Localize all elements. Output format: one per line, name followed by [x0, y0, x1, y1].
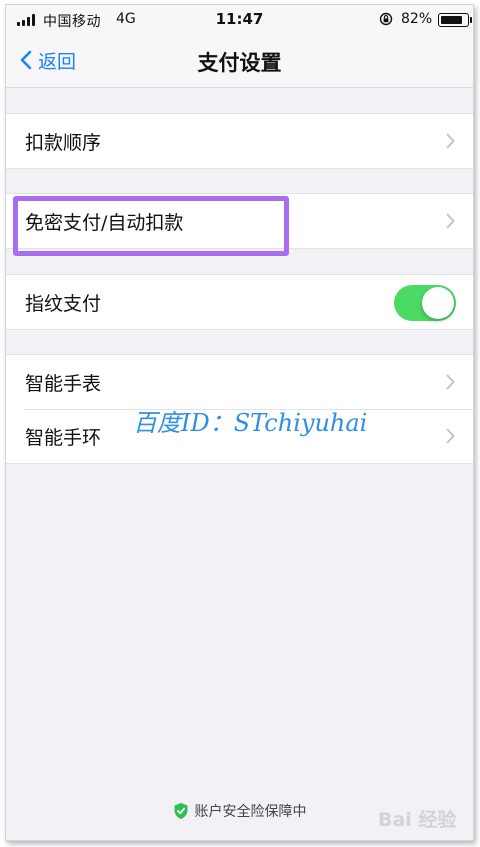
shield-check-icon [174, 803, 187, 819]
list-item-label: 扣款顺序 [25, 131, 102, 154]
phone-screen: 中国移动 4G 11:47 82% 返回 支付设置 扣款顺序 免密支付/自动扣款… [5, 4, 474, 841]
list-item-label: 指纹支付 [25, 292, 102, 315]
battery-icon [438, 13, 469, 27]
list-item-password-free-payment[interactable]: 免密支付/自动扣款 [6, 194, 473, 248]
footer-text: 账户安全险保障中 [194, 804, 307, 820]
list-item-fingerprint-payment: 指纹支付 [6, 275, 473, 329]
rotation-lock-icon [379, 12, 393, 26]
page-title: 支付设置 [197, 51, 282, 75]
list-item-smart-band[interactable]: 智能手环 [6, 409, 473, 463]
chevron-right-icon [446, 374, 455, 390]
battery-level-fill [440, 15, 462, 24]
settings-group-fingerprint: 指纹支付 [6, 274, 473, 330]
settings-group-wearables: 智能手表 智能手环 [6, 354, 473, 464]
status-bar: 中国移动 4G 11:47 82% [6, 5, 473, 33]
list-item-label: 智能手表 [25, 372, 102, 395]
list-item-label: 智能手环 [25, 426, 102, 449]
list-item-smart-watch[interactable]: 智能手表 [6, 355, 473, 409]
settings-group-password-free: 免密支付/自动扣款 [6, 193, 473, 249]
navigation-bar: 返回 支付设置 [6, 33, 473, 88]
list-item-deduction-order[interactable]: 扣款顺序 [6, 114, 473, 168]
security-footer: 账户安全险保障中 [6, 801, 473, 821]
battery-cap [470, 17, 472, 23]
chevron-right-icon [446, 213, 455, 229]
fingerprint-payment-toggle[interactable] [394, 285, 456, 321]
settings-group-deduction-order: 扣款顺序 [6, 113, 473, 169]
battery-percent: 82% [401, 11, 433, 27]
chevron-right-icon [446, 428, 455, 444]
toggle-knob [422, 287, 454, 319]
list-item-label: 免密支付/自动扣款 [25, 211, 184, 234]
chevron-right-icon [446, 133, 455, 149]
